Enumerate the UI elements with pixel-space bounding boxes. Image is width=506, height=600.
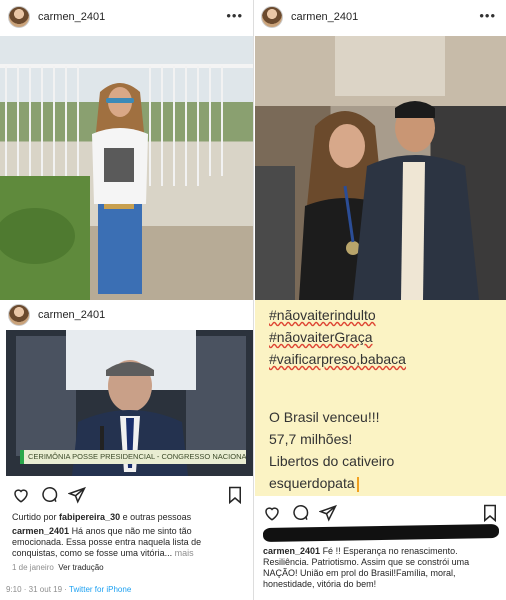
post-1: carmen_2401 ••• (0, 0, 253, 300)
hashtag-list: #nãovaiterindulto #nãovaiterGraça #vaifi… (269, 304, 406, 370)
post-actions (12, 486, 96, 504)
message-line: Libertos do cativeiro (269, 453, 395, 469)
post-meta: 1 de janeiro Ver tradução (12, 562, 104, 573)
bookmark-icon[interactable] (481, 504, 499, 523)
text-cursor (356, 476, 359, 492)
post-3: carmen_2401 CERIMÔNIA POSSE PRESIDENCIAL… (0, 300, 253, 600)
more-options-icon[interactable]: ••• (226, 8, 243, 23)
username[interactable]: carmen_2401 (38, 309, 105, 321)
heart-icon[interactable] (12, 486, 30, 504)
post-header: carmen_2401 (0, 300, 253, 330)
hashtag[interactable]: #vaificarpreso,babaca (269, 348, 406, 370)
liked-by-suffix: e outras pessoas (122, 512, 192, 522)
more-options-icon[interactable]: ••• (479, 8, 496, 23)
hashtag[interactable]: #nãovaiterGraça (269, 326, 406, 348)
message-lines: O Brasil venceu!!! 57,7 milhões! Liberto… (269, 406, 394, 494)
liked-by-prefix: Curtido por (12, 512, 57, 522)
post-date: 1 de janeiro (12, 563, 54, 572)
banner-text: CERIMÔNIA POSSE PRESIDENCIAL - CONGRESSO… (28, 452, 246, 461)
redaction-bar (262, 523, 500, 543)
post-header: carmen_2401 ••• (253, 2, 506, 32)
avatar[interactable] (8, 6, 30, 28)
message-line: esquerdopata (269, 472, 394, 494)
post-photo[interactable] (255, 36, 506, 300)
post-4: #nãovaiterindulto #nãovaiterGraça #vaifi… (253, 300, 506, 600)
caption-username[interactable]: carmen_2401 (12, 526, 69, 536)
post-actions (263, 504, 347, 522)
text-post-card[interactable]: #nãovaiterindulto #nãovaiterGraça #vaifi… (255, 300, 506, 496)
more-link[interactable]: mais (175, 548, 194, 558)
message-line: O Brasil venceu!!! (269, 409, 380, 425)
post-photo[interactable] (0, 36, 253, 300)
comment-icon[interactable] (40, 486, 58, 504)
fence-graphic (0, 64, 253, 300)
photo-people-graphic (255, 36, 506, 300)
username[interactable]: carmen_2401 (38, 11, 105, 23)
hashtag[interactable]: #nãovaiterindulto (269, 304, 406, 326)
post-header: carmen_2401 ••• (0, 2, 253, 32)
post-2: carmen_2401 ••• (253, 0, 506, 300)
share-icon[interactable] (67, 486, 86, 504)
post-photo[interactable]: CERIMÔNIA POSSE PRESIDENCIAL - CONGRESSO… (6, 330, 253, 476)
heart-icon[interactable] (263, 504, 281, 522)
message-line-text: esquerdopata (269, 475, 355, 491)
share-icon[interactable] (318, 504, 337, 522)
translate-link[interactable]: Ver tradução (58, 563, 103, 572)
tweet-time: 9:10 · 31 out 19 · (6, 585, 67, 594)
tv-banner: CERIMÔNIA POSSE PRESIDENCIAL - CONGRESSO… (20, 450, 246, 464)
avatar[interactable] (8, 304, 30, 326)
caption: carmen_2401 Há anos que não me sinto tão… (12, 526, 240, 559)
message-line: 57,7 milhões! (269, 431, 353, 447)
tweet-footer: 9:10 · 31 out 19 · Twitter for iPhone (6, 584, 131, 595)
tweet-source[interactable]: Twitter for iPhone (69, 585, 131, 594)
avatar[interactable] (261, 6, 283, 28)
caption: carmen_2401 Fé !! Esperança no renascime… (263, 546, 499, 590)
liked-by-user[interactable]: fabipereira_30 (59, 512, 120, 522)
bookmark-icon[interactable] (226, 486, 244, 505)
divider (253, 0, 254, 600)
comment-icon[interactable] (291, 504, 309, 522)
likes-line: Curtido por fabipereira_30 e outras pess… (12, 512, 247, 523)
caption-username[interactable]: carmen_2401 (263, 546, 320, 556)
username[interactable]: carmen_2401 (291, 11, 358, 23)
